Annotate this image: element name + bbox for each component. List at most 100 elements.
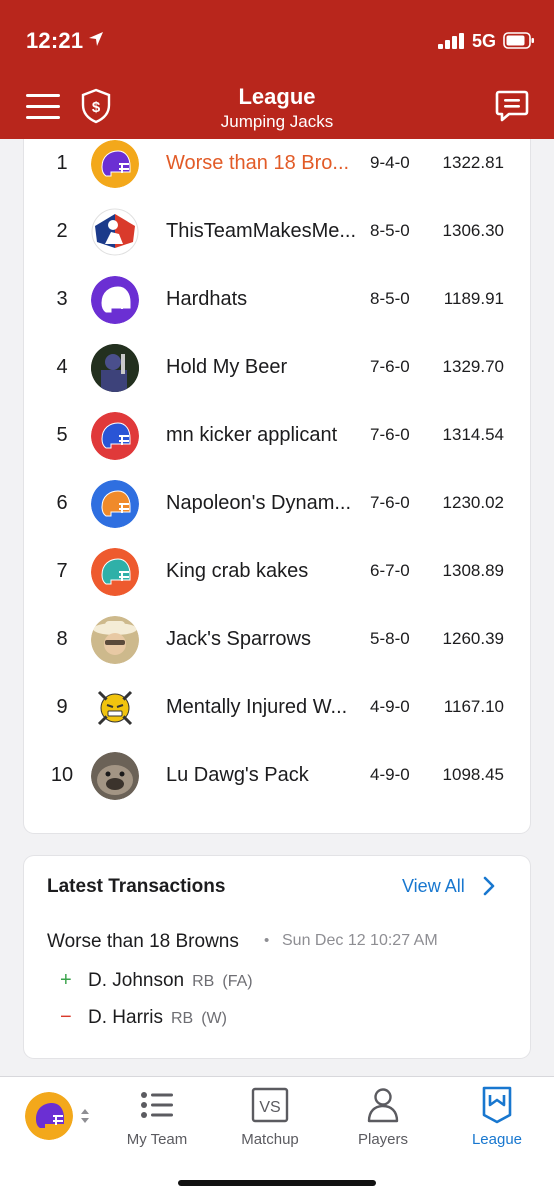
team-avatar[interactable] [91,208,139,256]
cellular-signal-icon [438,33,464,49]
team-record: 7-6-0 [370,493,410,512]
league-shield-icon [482,1086,512,1124]
team-name[interactable]: ThisTeamMakesMe... [166,220,366,243]
transactions-card: Latest Transactions View All Worse than … [24,856,530,1058]
team-points: 1230.02 [442,493,504,512]
transaction-add-row[interactable]: + D. Johnson RB (FA) [60,969,253,992]
tab-my-team[interactable]: My Team [102,1085,212,1148]
standings-row[interactable]: 7 King crab kakes 6-7-0 1308.89 [24,538,530,606]
player-position: RB [192,973,215,990]
league-name: Jumping Jacks [220,112,334,131]
tab-label: League [471,1131,523,1148]
team-avatar[interactable] [91,480,139,528]
team-rank: 10 [50,764,74,786]
team-avatar[interactable] [91,684,139,732]
chat-icon[interactable] [494,88,530,124]
versus-icon: VS [251,1087,289,1123]
page-title: League [238,84,316,109]
team-record: 6-7-0 [370,561,410,580]
standings-row[interactable]: 10 Lu Dawg's Pack 4-9-0 1098.45 [24,742,530,810]
team-rank: 2 [56,220,68,242]
status-time: 12:21 [26,28,84,53]
team-name[interactable]: King crab kakes [166,560,366,583]
standings-row[interactable]: 1 Worse than 18 Bro... 9-4-0 1322.81 [24,130,530,198]
team-rank: 8 [56,628,68,650]
team-points: 1322.81 [442,153,504,172]
team-name[interactable]: Hold My Beer [166,356,366,379]
team-points: 1189.91 [443,289,504,308]
drop-icon: − [60,1006,72,1028]
player-name: D. Harris [88,1007,163,1028]
player-source: (W) [201,1010,227,1027]
standings-row[interactable]: 5 mn kicker applicant 7-6-0 1314.54 [24,402,530,470]
transactions-title: Latest Transactions [47,876,226,897]
team-name[interactable]: Mentally Injured W... [166,696,366,719]
team-points: 1329.70 [442,357,504,376]
status-bar: 12:21 5G [0,0,554,80]
add-icon: + [60,969,72,991]
tab-label: Matchup [241,1131,299,1148]
team-points: 1260.39 [442,629,504,648]
team-avatar[interactable] [91,276,139,324]
location-arrow-icon [89,32,103,46]
app-header: 12:21 5G $ League Jumping Jacks [0,0,554,139]
standings-row[interactable]: 8 Jack's Sparrows 5-8-0 1260.39 [24,606,530,674]
transaction-team[interactable]: Worse than 18 Browns [47,931,239,953]
team-switcher-avatar[interactable] [25,1092,73,1140]
tab-label: My Team [126,1131,188,1148]
tab-matchup[interactable]: VS Matchup [215,1085,325,1148]
team-points: 1306.30 [442,221,504,240]
tab-league[interactable]: League [442,1085,552,1148]
team-points: 1314.54 [442,425,504,444]
battery-icon [503,32,534,49]
team-record: 4-9-0 [370,697,410,716]
team-name[interactable]: Hardhats [166,288,366,311]
team-points: 1167.10 [443,697,504,716]
team-avatar[interactable] [91,752,139,800]
standings-row[interactable]: 3 Hardhats 8-5-0 1189.91 [24,266,530,334]
standings-row[interactable]: 9 Mentally Injured W... 4-9-0 1167.10 [24,674,530,742]
versus-icon-text: VS [259,1099,280,1116]
team-record: 8-5-0 [370,221,410,240]
team-avatar[interactable] [91,344,139,392]
team-record: 7-6-0 [370,425,410,444]
standings-row[interactable]: 4 Hold My Beer 7-6-0 1329.70 [24,334,530,402]
team-avatar[interactable] [91,548,139,596]
player-name: D. Johnson [88,970,185,991]
tab-label: Players [357,1131,409,1148]
person-icon [367,1088,399,1123]
team-rank: 5 [56,424,68,446]
team-rank: 6 [56,492,68,514]
team-record: 9-4-0 [370,153,410,172]
team-rank: 7 [56,560,68,582]
transaction-drop-row[interactable]: − D. Harris RB (W) [60,1006,227,1029]
transaction-date: Sun Dec 12 10:27 AM [282,932,438,949]
standings-card: 1 Worse than 18 Bro... 9-4-0 1322.81 2 ThisTe… [24,120,530,833]
player-position: RB [170,1010,194,1027]
team-rank: 9 [56,696,68,718]
view-all-link[interactable]: View All [402,876,465,897]
team-points: 1098.45 [442,765,504,784]
team-name[interactable]: Lu Dawg's Pack [166,764,366,787]
home-indicator[interactable] [178,1180,376,1186]
standings-row[interactable]: 6 Napoleon's Dynam... 7-6-0 1230.02 [24,470,530,538]
team-name[interactable]: Jack's Sparrows [166,628,366,651]
sort-arrows-icon[interactable] [78,1105,92,1127]
list-icon [141,1092,173,1118]
team-record: 4-9-0 [370,765,410,784]
team-record: 5-8-0 [370,629,410,648]
team-points: 1308.89 [442,561,504,580]
team-name[interactable]: mn kicker applicant [166,424,366,447]
team-rank: 1 [56,152,68,174]
standings-row[interactable]: 2 ThisTeamMakesMe... 8-5-0 1306.30 [24,198,530,266]
team-avatar[interactable] [91,412,139,460]
team-avatar[interactable] [91,140,139,188]
team-name[interactable]: Napoleon's Dynam... [166,492,366,515]
player-source: (FA) [222,973,253,990]
team-avatar[interactable] [91,616,139,664]
tab-players[interactable]: Players [328,1085,438,1148]
chevron-right-icon[interactable] [482,876,496,896]
team-rank: 4 [56,356,68,378]
team-name[interactable]: Worse than 18 Bro... [166,152,366,175]
network-type: 5G [472,31,497,51]
